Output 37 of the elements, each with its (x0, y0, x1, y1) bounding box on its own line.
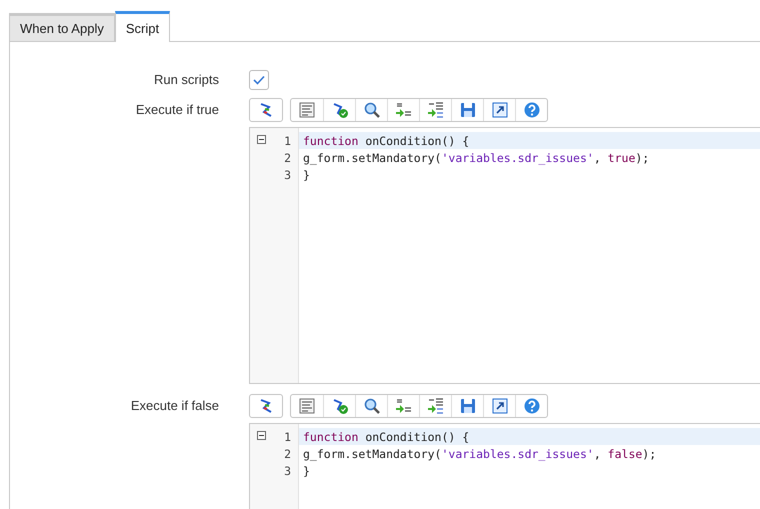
check-script-icon (330, 101, 348, 119)
field-label: Execute if true (134, 101, 219, 117)
field-label: Execute if false (130, 397, 219, 413)
line-number: 3 (283, 462, 292, 479)
line-number: 2 (283, 446, 292, 462)
field-label: Run scripts (152, 71, 219, 87)
expand-icon (490, 101, 508, 119)
expand-icon (490, 397, 508, 415)
help-icon (522, 101, 540, 119)
replace-icon (394, 101, 412, 119)
code-line: g_form.setMandatory('variables.sdr_issues', true); (302, 150, 650, 166)
save-icon (458, 397, 476, 415)
code-line: } (302, 462, 311, 479)
help-icon (522, 397, 540, 415)
collapse-icon[interactable] (257, 431, 266, 440)
replace-icon (394, 397, 412, 415)
code-line: } (302, 166, 311, 183)
code-editor[interactable]: 1 2 3 function onCondition() { g_form.setMandatory('variables.sdr_issues', true); } (249, 127, 760, 384)
tab[interactable]: Script (114, 11, 170, 42)
format-icon (298, 397, 316, 415)
line-number: 2 (283, 150, 292, 166)
replace-all-icon (426, 101, 444, 119)
line-number: 3 (283, 166, 292, 183)
save-icon (458, 101, 476, 119)
check-script-icon (330, 397, 348, 415)
search-icon (362, 101, 380, 119)
code-editor[interactable]: 1 2 3 function onCondition() { g_form.setMandatory('variables.sdr_issues', false); } (249, 423, 760, 509)
collapse-icon[interactable] (257, 135, 266, 144)
format-icon (298, 101, 316, 119)
search-icon (362, 397, 380, 415)
line-number: 1 (283, 428, 292, 445)
replace-all-icon (426, 397, 444, 415)
tab[interactable]: When to Apply (9, 13, 115, 41)
code-line: g_form.setMandatory('variables.sdr_issues', false); (302, 446, 658, 462)
check-icon (253, 75, 265, 85)
line-number: 1 (283, 132, 292, 149)
checkbox[interactable] (249, 70, 269, 90)
